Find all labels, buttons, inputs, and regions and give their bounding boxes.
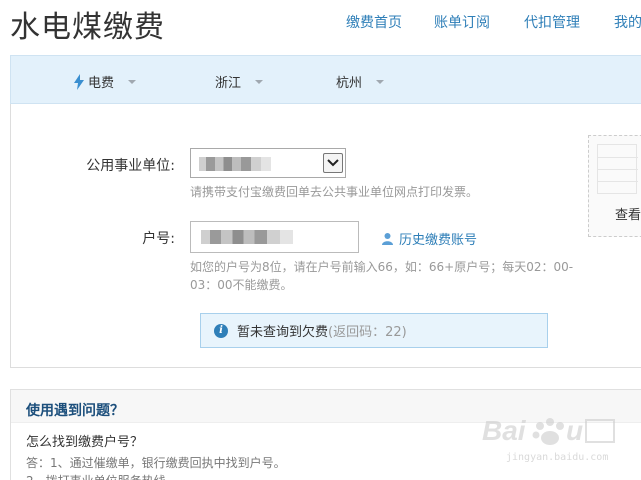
sample-bill-card[interactable]: 查看 bbox=[588, 135, 641, 237]
blurred-value bbox=[199, 157, 271, 171]
account-label: 户号: bbox=[142, 231, 175, 247]
notice-text: 暂未查询到欠费 bbox=[237, 325, 329, 340]
service-filter[interactable]: 电费 bbox=[74, 72, 137, 91]
top-nav: 缴费首页 账单订阅 代扣管理 我的 bbox=[0, 12, 641, 32]
history-link-label: 历史缴费账号 bbox=[399, 233, 478, 248]
chevron-down-icon bbox=[255, 79, 264, 84]
unit-select[interactable] bbox=[190, 148, 346, 178]
blurred-value bbox=[201, 230, 293, 244]
help-answer-line1: 答：1、通过催缴单，银行缴费回执中找到户号。 bbox=[26, 456, 286, 470]
chevron-down-icon bbox=[327, 159, 339, 167]
watermark-text: jingyan.baidu.com bbox=[506, 452, 609, 463]
service-filter-label: 电费 bbox=[88, 76, 115, 91]
baidu-watermark-logo: Bai u bbox=[482, 415, 615, 446]
watermark: Bai u jingyan.baidu.com bbox=[478, 410, 618, 470]
person-icon bbox=[382, 232, 393, 245]
chevron-down-icon bbox=[376, 79, 385, 84]
account-hint-line2: 03：00不能缴费。 bbox=[190, 278, 293, 292]
help-answer-line2: 2、拨打事业单位服务热线。 bbox=[26, 472, 178, 480]
nav-home[interactable]: 缴费首页 bbox=[346, 12, 402, 32]
account-hint-line1: 如您的户号为8位，请在户号前输入66，如：66+原户号；每天02：00- bbox=[190, 260, 574, 274]
bill-thumbnail bbox=[597, 144, 638, 194]
nav-bill-subscription[interactable]: 账单订阅 bbox=[434, 12, 490, 32]
arrears-notice: i 暂未查询到欠费 (返回码：22) bbox=[200, 313, 548, 348]
svg-text:Bai: Bai bbox=[482, 415, 527, 446]
unit-label: 公用事业单位: bbox=[86, 158, 175, 174]
history-accounts-link[interactable]: 历史缴费账号 bbox=[382, 229, 477, 248]
city-filter-label: 杭州 bbox=[336, 76, 363, 91]
lightning-icon bbox=[74, 73, 84, 90]
account-input[interactable] bbox=[190, 221, 359, 253]
nav-autopay[interactable]: 代扣管理 bbox=[524, 12, 580, 32]
info-icon: i bbox=[214, 323, 228, 338]
select-arrow-button[interactable] bbox=[323, 153, 343, 173]
help-question: 怎么找到缴费户号？ bbox=[26, 435, 144, 450]
province-filter[interactable]: 浙江 bbox=[215, 72, 264, 91]
filter-bar: 电费 浙江 杭州 bbox=[10, 55, 641, 104]
province-filter-label: 浙江 bbox=[215, 76, 242, 91]
chevron-down-icon bbox=[128, 79, 137, 84]
city-filter[interactable]: 杭州 bbox=[336, 72, 385, 91]
notice-code: (返回码：22) bbox=[328, 325, 407, 340]
help-title: 使用遇到问题？ bbox=[26, 403, 124, 419]
unit-hint: 请携带支付宝缴费回单去公共事业单位网点打印发票。 bbox=[190, 185, 479, 199]
svg-text:u: u bbox=[566, 415, 583, 446]
view-sample-link[interactable]: 查看 bbox=[615, 204, 641, 223]
nav-my[interactable]: 我的 bbox=[614, 12, 641, 32]
